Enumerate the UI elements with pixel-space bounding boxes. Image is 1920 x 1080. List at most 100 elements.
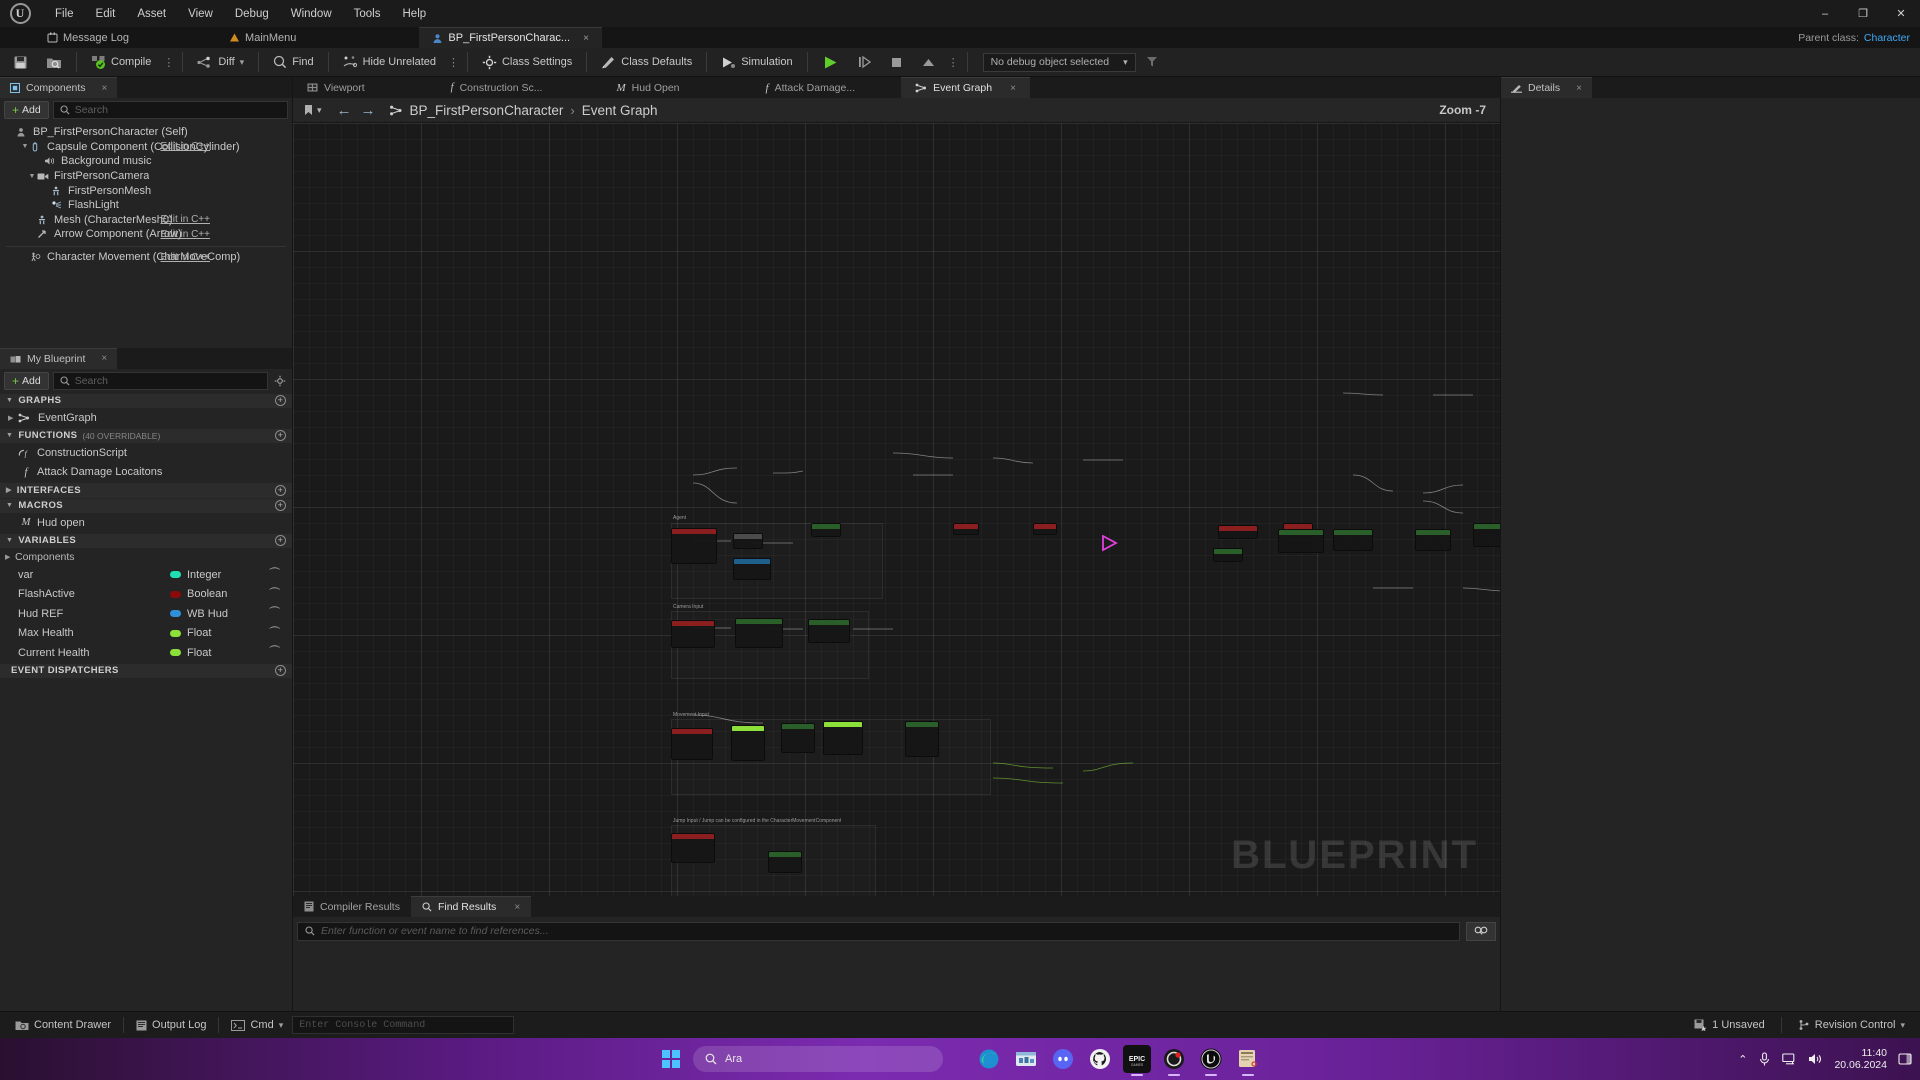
blueprint-node[interactable] [733, 558, 771, 580]
variable-row-hud-ref[interactable]: Hud REF WB Hud ⏜ [0, 604, 292, 624]
parent-class-value[interactable]: Character [1864, 32, 1910, 44]
content-drawer-button[interactable]: Content Drawer [6, 1015, 120, 1036]
blueprint-node[interactable] [671, 728, 713, 760]
taskbar-app-edge[interactable] [975, 1045, 1003, 1073]
close-icon[interactable]: × [514, 902, 520, 913]
my-blueprint-search-input[interactable] [74, 374, 261, 387]
blueprint-node[interactable] [671, 528, 717, 564]
volume-icon[interactable] [1808, 1052, 1823, 1066]
taskbar-app-file-explorer[interactable] [1012, 1045, 1040, 1073]
list-item-eventgraph[interactable]: ▶ EventGraph [0, 408, 292, 428]
add-interface-button[interactable]: + [275, 484, 286, 496]
variables-group-components[interactable]: ▶ Components [0, 548, 292, 565]
class-settings-button[interactable]: Class Settings [473, 50, 581, 75]
debug-filter-button[interactable] [1136, 50, 1168, 75]
menu-help[interactable]: Help [392, 4, 438, 24]
blueprint-node[interactable] [1473, 523, 1500, 547]
taskbar-app-unreal-engine[interactable] [1197, 1045, 1225, 1076]
blueprint-node[interactable] [1218, 525, 1258, 539]
expander-icon[interactable]: ▶ [6, 486, 12, 494]
save-button[interactable] [4, 50, 37, 75]
eye-icon[interactable]: ⏜ [269, 646, 280, 659]
expander-icon[interactable]: ▼ [6, 397, 13, 404]
blueprint-node[interactable] [1415, 529, 1451, 551]
expander-icon[interactable]: ▼ [6, 432, 13, 439]
tree-row[interactable]: BP_FirstPersonCharacter (Self) [0, 125, 292, 140]
menu-file[interactable]: File [44, 4, 85, 24]
bookmark-button[interactable]: ▾ [303, 104, 322, 116]
blueprint-node[interactable] [953, 523, 979, 535]
my-blueprint-search-box[interactable] [52, 371, 268, 390]
console-command-input[interactable] [299, 1019, 508, 1031]
variable-row-max-health[interactable]: Max Health Float ⏜ [0, 624, 292, 644]
tab-message-log[interactable]: Message Log [34, 27, 142, 48]
tree-row[interactable]: ▼ FirstPersonCamera [0, 169, 292, 184]
tab-construction-script[interactable]: f Construction Sc... [437, 77, 557, 98]
tree-row[interactable]: FlashLight [0, 198, 292, 213]
list-item-constructionscript[interactable]: f ConstructionScript [0, 443, 292, 463]
tab-attack-damage[interactable]: f Attack Damage... [752, 77, 870, 98]
output-log-button[interactable]: Output Log [127, 1015, 215, 1036]
minimize-button[interactable]: – [1806, 0, 1844, 27]
blueprint-node[interactable] [1278, 529, 1324, 553]
expander-icon[interactable]: ▼ [6, 502, 13, 509]
tab-my-blueprint[interactable]: My Blueprint × [0, 347, 118, 369]
blueprint-node[interactable] [808, 619, 850, 643]
debug-object-dropdown[interactable]: No debug object selected ▾ [982, 52, 1136, 72]
browse-content-button[interactable] [37, 50, 71, 75]
blueprint-node[interactable] [823, 721, 863, 755]
add-component-button[interactable]: + Add [4, 101, 49, 119]
taskbar-app-github[interactable] [1086, 1045, 1114, 1073]
variable-type[interactable]: WB Hud [170, 608, 228, 620]
close-icon[interactable]: × [101, 353, 107, 364]
add-function-button[interactable]: + [275, 430, 286, 442]
tab-find-results[interactable]: Find Results × [410, 896, 532, 917]
taskbar-app-davinci-resolve[interactable] [1160, 1045, 1188, 1076]
class-defaults-button[interactable]: Class Defaults [592, 50, 701, 75]
simulation-button[interactable]: Simulation [712, 50, 801, 75]
blueprint-graph-canvas[interactable]: Agent Camera Input Movement Input Jump I… [293, 123, 1500, 896]
section-graphs[interactable]: ▼ GRAPHS + [0, 392, 292, 409]
edit-in-cpp-link[interactable]: Edit in C++ [161, 214, 210, 225]
menu-tools[interactable]: Tools [343, 4, 392, 24]
stop-button[interactable] [881, 50, 912, 75]
play-options-button[interactable]: ⋮ [945, 56, 962, 69]
section-variables[interactable]: ▼ VARIABLES + [0, 532, 292, 549]
blueprint-node[interactable] [1213, 548, 1243, 562]
find-results-search-box[interactable] [297, 921, 1460, 941]
blueprint-node[interactable] [735, 618, 783, 648]
notification-icon[interactable] [1898, 1052, 1912, 1066]
tab-viewport[interactable]: Viewport [293, 77, 379, 98]
chevron-down-icon[interactable]: ▾ [240, 57, 245, 68]
console-command-box[interactable] [292, 1016, 515, 1034]
list-item-hud-open[interactable]: M Hud open [0, 513, 292, 533]
variable-type[interactable]: Float [170, 627, 211, 639]
close-icon[interactable]: × [1576, 83, 1582, 94]
blueprint-node[interactable] [905, 721, 939, 757]
taskbar-app-discord[interactable] [1049, 1045, 1077, 1073]
hide-unrelated-button[interactable]: Hide Unrelated [334, 50, 445, 75]
find-all-button[interactable] [1466, 921, 1496, 941]
my-blueprint-settings-button[interactable] [272, 373, 288, 389]
edit-in-cpp-link[interactable]: Edit in C++ [161, 252, 210, 263]
taskbar-clock[interactable]: 11:40 20.06.2024 [1834, 1047, 1887, 1071]
variable-type[interactable]: Float [170, 647, 211, 659]
blueprint-node[interactable] [671, 833, 715, 863]
variable-type[interactable]: Integer [170, 569, 221, 581]
expander-icon[interactable]: ▼ [27, 173, 37, 180]
tray-expand-icon[interactable]: ⌃ [1738, 1053, 1747, 1066]
compile-options-button[interactable]: ⋮ [160, 56, 177, 69]
blueprint-node[interactable] [781, 723, 815, 753]
tab-details[interactable]: Details × [1501, 77, 1592, 98]
taskbar-app-epic-games[interactable]: EPIC GAMES [1123, 1045, 1151, 1076]
menu-window[interactable]: Window [280, 4, 343, 24]
expander-icon[interactable]: ▼ [20, 143, 30, 150]
taskbar-app-screenshot-tool[interactable] [1234, 1045, 1262, 1076]
add-variable-button[interactable]: + [275, 535, 286, 547]
back-button[interactable]: ← [337, 102, 352, 119]
compile-button[interactable]: Compile [82, 50, 160, 75]
close-icon[interactable]: × [1010, 83, 1016, 94]
close-button[interactable]: ✕ [1882, 0, 1920, 27]
close-icon[interactable]: × [583, 33, 589, 44]
menu-debug[interactable]: Debug [224, 4, 280, 24]
